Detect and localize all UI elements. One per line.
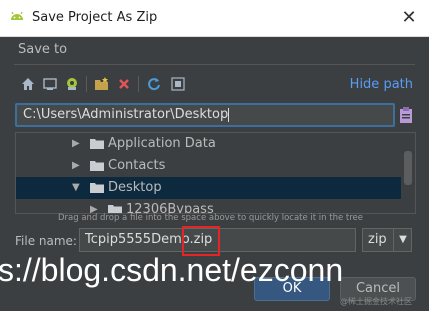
show-hidden-button[interactable] [168,74,188,94]
drag-drop-hint: Drag and drop a file into the space abov… [58,213,364,223]
refresh-button[interactable] [144,74,164,94]
separator [14,64,415,65]
tree-item-label: Desktop [108,180,162,195]
highlight-box [182,226,220,256]
project-button[interactable] [62,74,82,94]
folder-icon [90,161,104,171]
tree-row-desktop[interactable]: ▼ Desktop [16,177,401,199]
path-input[interactable]: C:\Users\Administrator\Desktop [15,103,395,127]
file-tree[interactable]: ▶ Application Data ▶ Contacts ▼ Desktop … [15,132,416,214]
extension-select[interactable]: zip ▼ [362,228,412,252]
text-caret [228,107,230,122]
desktop-button[interactable] [40,74,60,94]
refresh-icon [148,78,160,91]
tree-item-label: Application Data [108,136,216,151]
toolbar-separator [86,76,87,92]
new-folder-button[interactable] [92,74,112,94]
new-folder-icon [95,77,108,90]
home-icon [22,78,34,90]
desktop-icon [43,78,57,90]
expand-arrow-icon[interactable]: ▶ [72,160,82,172]
tree-item-label: Contacts [108,158,166,173]
tree-row-application-data[interactable]: ▶ Application Data [16,133,401,155]
delete-icon [119,79,129,89]
android-project-icon [67,78,77,90]
close-button[interactable]: ✕ [399,8,419,28]
expand-arrow-icon[interactable]: ▶ [72,138,82,150]
chevron-down-icon: ▼ [393,229,412,251]
title-bar: Save Project As Zip ✕ [0,0,429,37]
watermark-text: s://blog.csdn.net/ezconn [0,252,344,288]
extension-select-value: zip [368,232,387,247]
folder-icon [90,183,104,193]
hidden-files-icon [171,77,185,91]
home-button[interactable] [18,74,38,94]
small-watermark: @稀土掘金技术社区 [340,297,412,306]
toolbar-separator [138,76,139,92]
android-icon [11,11,23,20]
path-history-icon[interactable] [398,106,414,124]
save-to-label: Save to [18,42,68,57]
delete-button[interactable] [114,74,134,94]
tree-row-contacts[interactable]: ▶ Contacts [16,155,401,177]
collapse-arrow-icon[interactable]: ▼ [72,182,82,194]
window-title: Save Project As Zip [32,10,158,25]
tree-scrollbar[interactable] [404,151,412,185]
file-name-base: Tcpip5555Demo [85,232,190,247]
tree-row-12306bypass[interactable]: ▶ 12306Bypass [16,199,401,213]
hide-path-link[interactable]: Hide path [350,77,413,92]
folder-icon [90,139,104,149]
file-name-label: File name: [15,234,77,248]
path-input-value: C:\Users\Administrator\Desktop [23,107,229,122]
